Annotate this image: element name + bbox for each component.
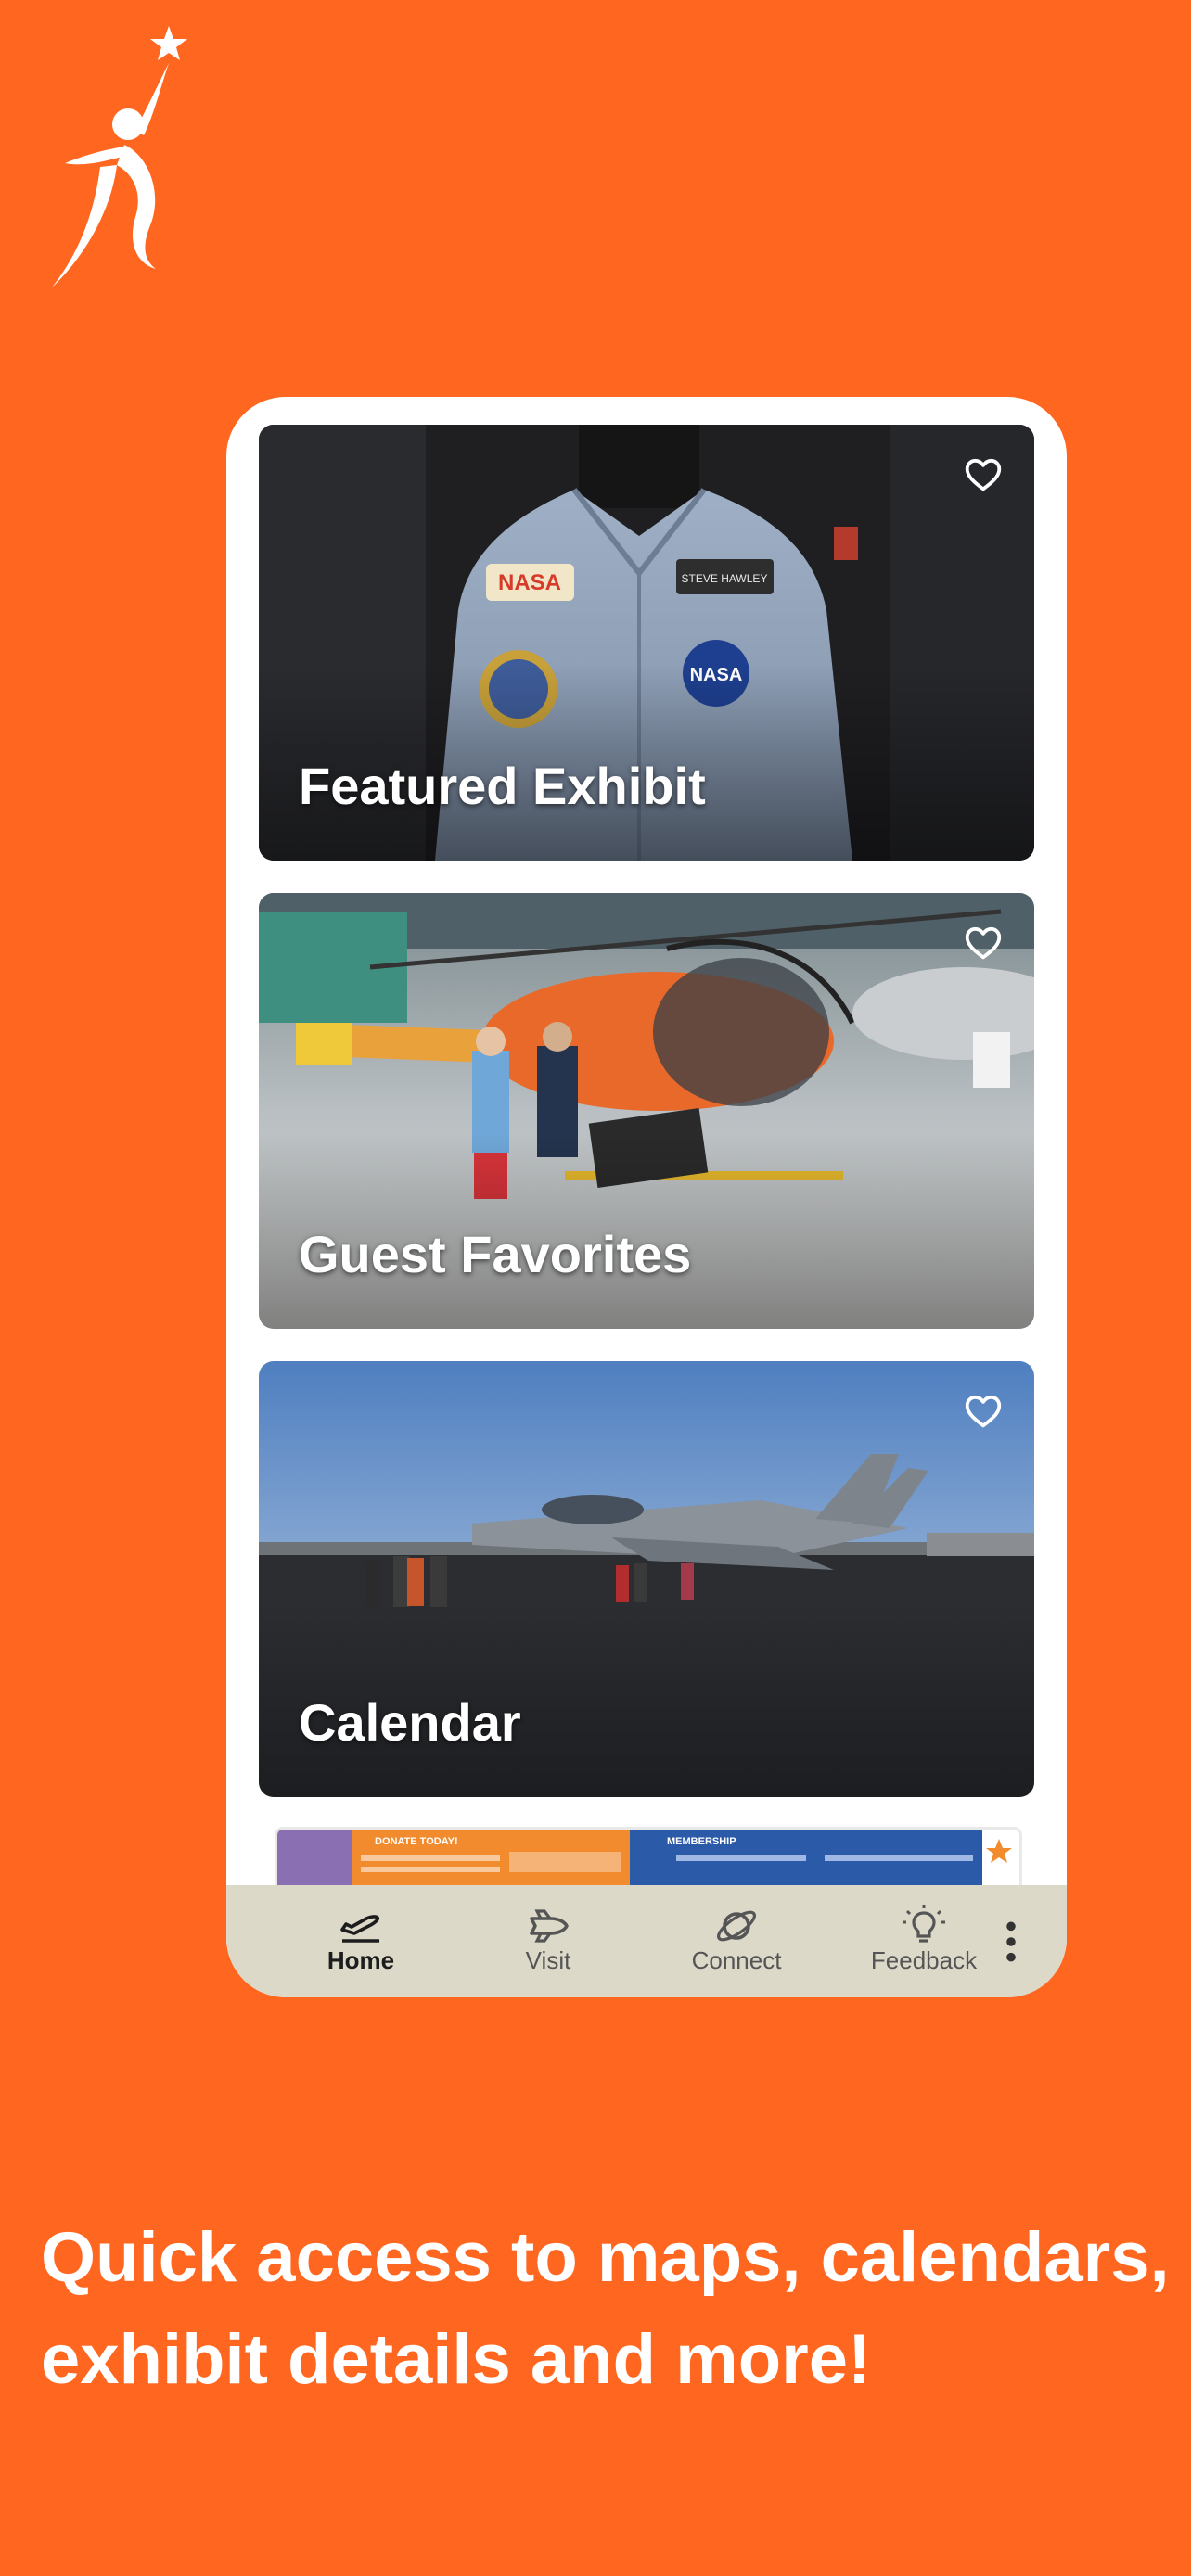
nav-label: Feedback <box>870 1946 978 1974</box>
lightbulb-icon <box>903 1905 945 1943</box>
card-title: Featured Exhibit <box>299 757 706 815</box>
guest-favorites-card[interactable]: Guest Favorites <box>259 893 1034 1329</box>
promo-tagline: Quick access to maps, calendars, exhibit… <box>41 2207 1170 2411</box>
heart-outline-icon[interactable] <box>964 925 1003 960</box>
nav-item-home[interactable]: Home <box>282 1885 440 1997</box>
banner-donate-label: DONATE TODAY! <box>375 1836 458 1847</box>
shuttle-icon <box>530 1909 569 1943</box>
card-title: Calendar <box>299 1693 521 1752</box>
tagline-line-1: Quick access to maps, calendars, <box>41 2218 1170 2297</box>
calendar-card[interactable]: Calendar <box>259 1361 1034 1797</box>
nav-label: Visit <box>525 1946 571 1974</box>
plane-takeoff-icon <box>340 1915 379 1943</box>
tagline-line-2: exhibit details and more! <box>41 2320 872 2399</box>
banner-membership-label: MEMBERSHIP <box>667 1836 736 1847</box>
brand-logo-icon <box>46 26 195 295</box>
nav-label: Home <box>327 1946 395 1974</box>
featured-exhibit-card[interactable]: NASA STEVE HAWLEY NASA Featured Exhibit <box>259 425 1034 861</box>
more-vertical-icon[interactable] <box>1002 1919 1020 1965</box>
card-title: Guest Favorites <box>299 1225 692 1283</box>
nav-item-visit[interactable]: Visit <box>469 1885 627 1997</box>
phone-screen: NASA STEVE HAWLEY NASA Featured Exhibit <box>226 397 1067 1997</box>
bottom-navigation: Home Visit Connect Feedback <box>226 1885 1067 1997</box>
nav-item-feedback[interactable]: Feedback <box>845 1885 1003 1997</box>
heart-outline-icon[interactable] <box>964 1393 1003 1428</box>
heart-outline-icon[interactable] <box>964 456 1003 491</box>
nav-label: Connect <box>691 1946 782 1974</box>
planet-icon <box>717 1910 756 1942</box>
nav-item-connect[interactable]: Connect <box>658 1885 815 1997</box>
